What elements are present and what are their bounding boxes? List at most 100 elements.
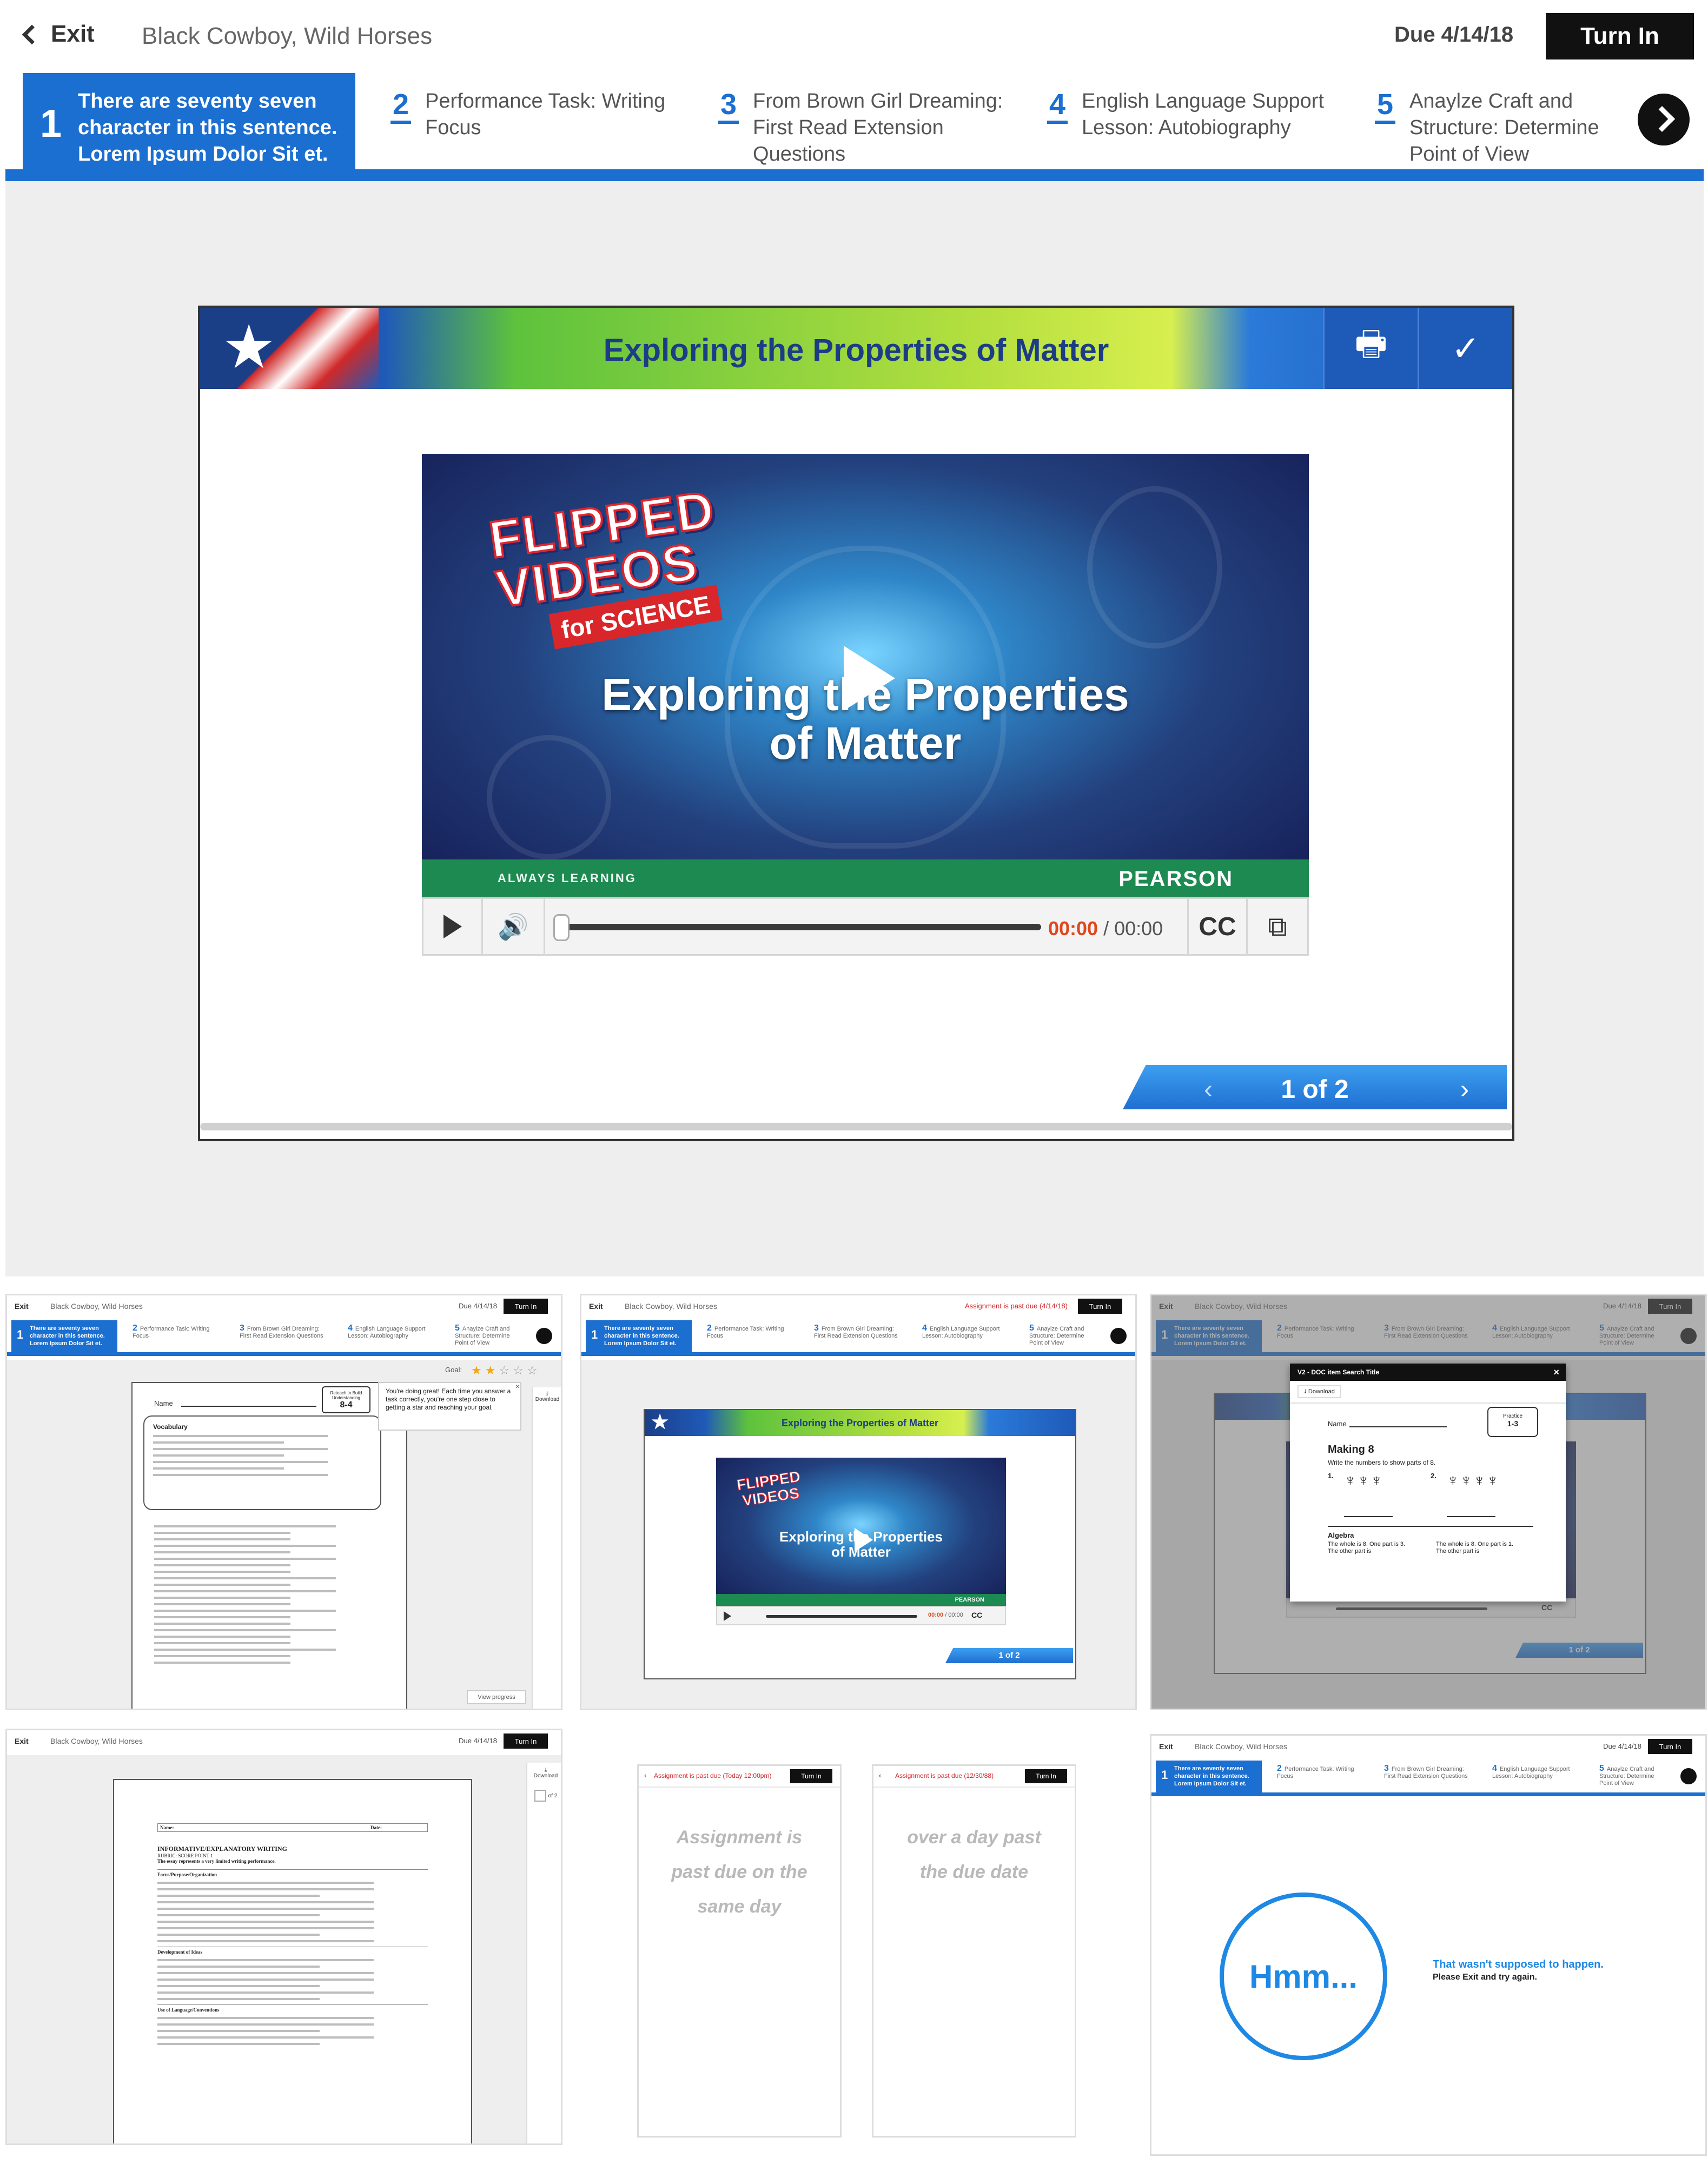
print-button[interactable]: 🖶 — [1323, 308, 1418, 389]
name-line — [181, 1406, 316, 1407]
task-tab-5[interactable]: 5Anaylze Craft and Structure: Determine … — [455, 1324, 520, 1347]
task-tab-4[interactable]: 4English Language Support Lesson: Autobi… — [1492, 1764, 1579, 1780]
task-tab-1[interactable]: 1 There are seventy seven character in th… — [586, 1320, 692, 1352]
next-tasks-button[interactable] — [1110, 1328, 1127, 1344]
task-label: There are seventy seven character in thi… — [604, 1325, 679, 1347]
rubric-subheading: RUBRIC: SCORE POINT 1 — [157, 1853, 213, 1858]
turn-in-button[interactable]: Turn In — [1025, 1769, 1067, 1783]
task-tab-5[interactable]: 5Anaylze Craft and Structure: Determine … — [1599, 1764, 1664, 1787]
back-chevron-icon[interactable]: ‹ — [879, 1771, 881, 1779]
thumb-header: Exit Black Cowboy, Wild Horses Due 4/14/… — [7, 1295, 561, 1320]
next-slide-button[interactable]: › — [1460, 1075, 1469, 1104]
task-tab-1[interactable]: 1 There are seventy seven character in t… — [23, 73, 355, 169]
video-player[interactable]: FLIPPED VIDEOS Exploring the Properties of… — [716, 1458, 1006, 1606]
reteach-badge: Reteach to Build Understanding 8-4 — [322, 1386, 370, 1413]
task-number: 5 — [1599, 1764, 1604, 1773]
algebra-problem-4: The whole is 8. One part is 1. The other… — [1436, 1541, 1514, 1554]
time-display: 00:00 / 00:00 — [928, 1612, 963, 1618]
page-selector[interactable]: of 2 — [527, 1790, 561, 1802]
slide-pager[interactable]: 1 of 2 — [945, 1648, 1073, 1663]
close-icon[interactable]: × — [1553, 1364, 1559, 1381]
turn-in-button[interactable]: Turn In — [1078, 1299, 1122, 1314]
assignment-title: Black Cowboy, Wild Horses — [625, 1302, 717, 1311]
task-tab-5[interactable]: 5Anaylze Craft and Structure: Determine … — [1029, 1324, 1094, 1347]
task-tab-3[interactable]: 3 From Brown Girl Dreaming: First Read E… — [718, 73, 1007, 169]
exit-button[interactable]: Exit — [1159, 1742, 1173, 1751]
practice-badge: Practice 1-3 — [1487, 1407, 1538, 1437]
check-button[interactable]: ✓ — [1418, 308, 1512, 389]
play-button[interactable] — [423, 899, 483, 954]
task-tab-5[interactable]: 5 Anaylze Craft and Structure: Determine… — [1375, 73, 1615, 169]
cc-button[interactable]: CC — [1187, 899, 1248, 954]
slide-pager: ‹ 1 of 2 › — [1123, 1065, 1507, 1109]
cc-button[interactable]: CC — [971, 1611, 982, 1619]
popout-button[interactable]: ⧉ — [1248, 899, 1307, 954]
next-tasks-button[interactable] — [1680, 1768, 1697, 1784]
task-number: 1 — [591, 1328, 598, 1341]
task-tab-4[interactable]: 4English Language Support Lesson: Autobi… — [922, 1324, 1009, 1340]
play-overlay-icon[interactable] — [855, 1528, 873, 1552]
turn-in-button[interactable]: Turn In — [504, 1733, 548, 1749]
page-count: of 2 — [548, 1792, 558, 1799]
algebra-problem-3: The whole is 8. One part is 3. The other… — [1328, 1541, 1406, 1554]
task-tab-2[interactable]: 2 Performance Task: Writing Focus — [390, 73, 679, 169]
video-player[interactable]: FLIPPED VIDEOS for SCIENCE Exploring the… — [422, 454, 1309, 897]
exit-button[interactable]: Exit — [15, 1302, 29, 1311]
star-icon: ★ — [651, 1411, 669, 1433]
turn-in-button[interactable]: Turn In — [1546, 13, 1694, 59]
task-tab-1[interactable]: 1 There are seventy seven character in th… — [11, 1320, 117, 1352]
worksheet-instructions: Write the numbers to show parts of 8. — [1328, 1459, 1436, 1466]
seek-handle[interactable] — [553, 914, 570, 941]
download-button[interactable]: ⤓ Download — [1297, 1385, 1341, 1398]
task-tab-3[interactable]: 3From Brown Girl Dreaming: First Read Ex… — [814, 1324, 901, 1340]
turn-in-button[interactable]: Turn In — [504, 1299, 548, 1314]
task-tab-3[interactable]: 3From Brown Girl Dreaming: First Read Ex… — [1384, 1764, 1471, 1780]
task-number: 1 — [40, 102, 62, 145]
close-icon[interactable]: × — [515, 1382, 529, 1391]
assignment-title: Black Cowboy, Wild Horses — [1195, 1742, 1287, 1751]
task-number: 2 — [390, 88, 412, 124]
past-due-message: Assignment is past due on the same day — [671, 1827, 807, 1917]
view-progress-button[interactable]: View progress — [467, 1690, 526, 1704]
name-label: Name — [154, 1399, 173, 1407]
flipped-videos-logo: FLIPPED VIDEOS — [736, 1468, 802, 1510]
thumb-rubric-document: Exit Black Cowboy, Wild Horses Due 4/14/… — [5, 1729, 562, 2145]
divider — [1328, 1526, 1533, 1527]
horizontal-scrollbar[interactable] — [200, 1123, 1512, 1130]
turn-in-button[interactable]: Turn In — [1648, 1739, 1692, 1754]
exit-button[interactable]: Exit — [22, 21, 95, 48]
next-tasks-button[interactable] — [1638, 94, 1690, 145]
task-tab-4[interactable]: 4 English Language Support Lesson: Autob… — [1047, 73, 1336, 169]
always-learning-text: ALWAYS LEARNING — [498, 871, 637, 885]
star-filled-icon: ★ — [471, 1364, 485, 1377]
flipped-videos-logo: FLIPPED VIDEOS for SCIENCE — [485, 479, 730, 653]
next-tasks-button[interactable] — [536, 1328, 552, 1344]
play-icon[interactable] — [724, 1611, 731, 1621]
task-tab-2[interactable]: 2Performance Task: Writing Focus — [133, 1324, 219, 1340]
cc-icon: CC — [1199, 912, 1236, 941]
play-overlay-icon[interactable] — [827, 638, 903, 719]
download-button[interactable]: Download — [533, 1397, 561, 1402]
download-button[interactable]: Download — [527, 1773, 561, 1779]
exit-button[interactable]: Exit — [15, 1737, 29, 1745]
seek-bar[interactable] — [766, 1615, 917, 1618]
star-empty-icon: ☆ — [526, 1364, 541, 1377]
back-chevron-icon[interactable]: ‹ — [644, 1771, 646, 1779]
exit-button[interactable]: Exit — [589, 1302, 603, 1311]
task-number: 4 — [348, 1324, 353, 1333]
task-tab-4[interactable]: 4English Language Support Lesson: Autobi… — [348, 1324, 434, 1340]
task-tab-3[interactable]: 3From Brown Girl Dreaming: First Read Ex… — [240, 1324, 326, 1340]
past-due-warning: Assignment is past due (4/14/18) — [964, 1302, 1068, 1310]
volume-button[interactable]: 🔊 — [483, 899, 545, 954]
rubric-section-3: Use of Language/Conventions — [157, 2004, 428, 2013]
download-icon: ⤓ — [544, 1767, 547, 1773]
task-tab-1[interactable]: 1 There are seventy seven character in th… — [1156, 1761, 1262, 1792]
vocabulary-heading: Vocabulary — [153, 1423, 188, 1431]
task-tab-2[interactable]: 2Performance Task: Writing Focus — [707, 1324, 793, 1340]
task-label: English Language Support Lesson: Autobio… — [1492, 1766, 1570, 1779]
seek-bar[interactable] — [565, 924, 1041, 930]
turn-in-button[interactable]: Turn In — [790, 1769, 832, 1783]
page-input[interactable] — [534, 1790, 546, 1802]
slide-title: Exploring the Properties of Matter — [781, 1418, 939, 1428]
task-tab-2[interactable]: 2Performance Task: Writing Focus — [1277, 1764, 1363, 1780]
